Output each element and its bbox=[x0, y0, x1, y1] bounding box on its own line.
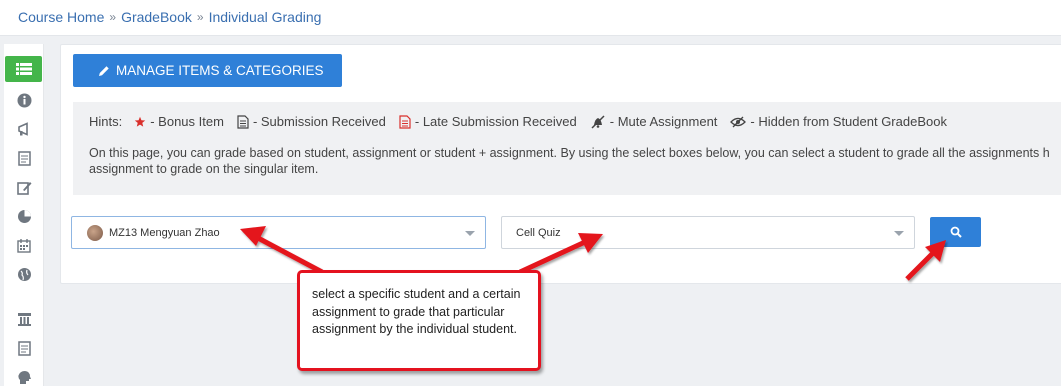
sidebar-item-archive[interactable] bbox=[4, 306, 44, 332]
mute-icon bbox=[591, 114, 605, 129]
late-submission-icon bbox=[399, 114, 411, 129]
assignment-select-value: Cell Quiz bbox=[516, 226, 561, 239]
hint-text: - Submission Received bbox=[252, 114, 386, 129]
hint-hidden: - Hidden from Student GradeBook bbox=[730, 114, 947, 129]
hint-late-submission: - Late Submission Received bbox=[399, 114, 577, 129]
info-icon bbox=[17, 93, 31, 107]
hint-text: - Late Submission Received bbox=[414, 114, 577, 129]
hidden-icon bbox=[730, 116, 747, 127]
manage-items-label: MANAGE ITEMS & CATEGORIES bbox=[116, 63, 324, 78]
sidebar-item-list[interactable] bbox=[5, 56, 42, 82]
hints-legend: Hints: - Bonus Item - Submission Receive… bbox=[89, 114, 960, 129]
star-icon bbox=[135, 116, 146, 127]
pencil-icon bbox=[99, 65, 109, 76]
hint-submission-received: - Submission Received bbox=[237, 114, 386, 129]
pie-chart-icon bbox=[17, 209, 31, 223]
calendar-icon bbox=[17, 238, 31, 253]
hint-text: - Mute Assignment bbox=[609, 114, 718, 129]
submission-icon bbox=[237, 114, 249, 129]
breadcrumb-separator: » bbox=[196, 10, 204, 24]
document-icon bbox=[17, 340, 31, 356]
sidebar-item-assignments[interactable] bbox=[4, 174, 44, 200]
top-bar: Course Home » GradeBook » Individual Gra… bbox=[0, 0, 1061, 36]
breadcrumb-individual-grading[interactable]: Individual Grading bbox=[209, 9, 322, 25]
hints-description: On this page, you can grade based on stu… bbox=[89, 146, 1050, 176]
breadcrumb-gradebook[interactable]: GradeBook bbox=[121, 9, 192, 25]
sidebar bbox=[4, 44, 44, 386]
breadcrumb-course-home[interactable]: Course Home bbox=[18, 9, 104, 25]
globe-icon bbox=[17, 267, 31, 281]
hint-text: - Bonus Item bbox=[150, 114, 224, 129]
pillar-icon bbox=[17, 312, 31, 326]
grading-panel: MANAGE ITEMS & CATEGORIES Hints: - Bonus… bbox=[60, 44, 1061, 284]
hint-mute-assignment: - Mute Assignment bbox=[590, 114, 718, 129]
hints-box: Hints: - Bonus Item - Submission Receive… bbox=[73, 102, 1061, 195]
breadcrumb: Course Home » GradeBook » Individual Gra… bbox=[18, 9, 321, 25]
student-select-value: MZ13 Mengyuan Zhao bbox=[109, 226, 220, 239]
avatar bbox=[87, 224, 103, 241]
student-select[interactable]: MZ13 Mengyuan Zhao bbox=[71, 216, 486, 249]
sidebar-item-web[interactable] bbox=[4, 261, 44, 287]
hints-label: Hints: bbox=[89, 114, 123, 129]
megaphone-icon bbox=[17, 121, 28, 136]
sidebar-item-info[interactable] bbox=[4, 87, 44, 113]
document-icon bbox=[17, 150, 31, 166]
sidebar-item-calendar[interactable] bbox=[4, 232, 44, 258]
list-icon bbox=[15, 63, 32, 75]
sidebar-item-notes[interactable] bbox=[4, 335, 44, 361]
hint-text: - Hidden from Student GradeBook bbox=[750, 114, 947, 129]
sidebar-item-announcements[interactable] bbox=[4, 116, 44, 142]
hint-bonus-item: - Bonus Item bbox=[134, 114, 224, 129]
assignment-select[interactable]: Cell Quiz bbox=[501, 216, 915, 249]
sidebar-item-documents[interactable] bbox=[4, 145, 44, 171]
search-button[interactable] bbox=[930, 217, 981, 247]
search-icon bbox=[950, 226, 962, 238]
annotation-callout: select a specific student and a certain … bbox=[297, 270, 541, 371]
manage-items-button[interactable]: MANAGE ITEMS & CATEGORIES bbox=[73, 54, 342, 87]
breadcrumb-separator: » bbox=[109, 10, 117, 24]
sidebar-item-reports[interactable] bbox=[4, 203, 44, 229]
sidebar-item-learning[interactable] bbox=[4, 364, 44, 386]
edit-icon bbox=[16, 181, 31, 195]
chevron-down-icon bbox=[894, 231, 904, 236]
chevron-down-icon bbox=[465, 231, 475, 236]
head-icon bbox=[18, 370, 31, 384]
